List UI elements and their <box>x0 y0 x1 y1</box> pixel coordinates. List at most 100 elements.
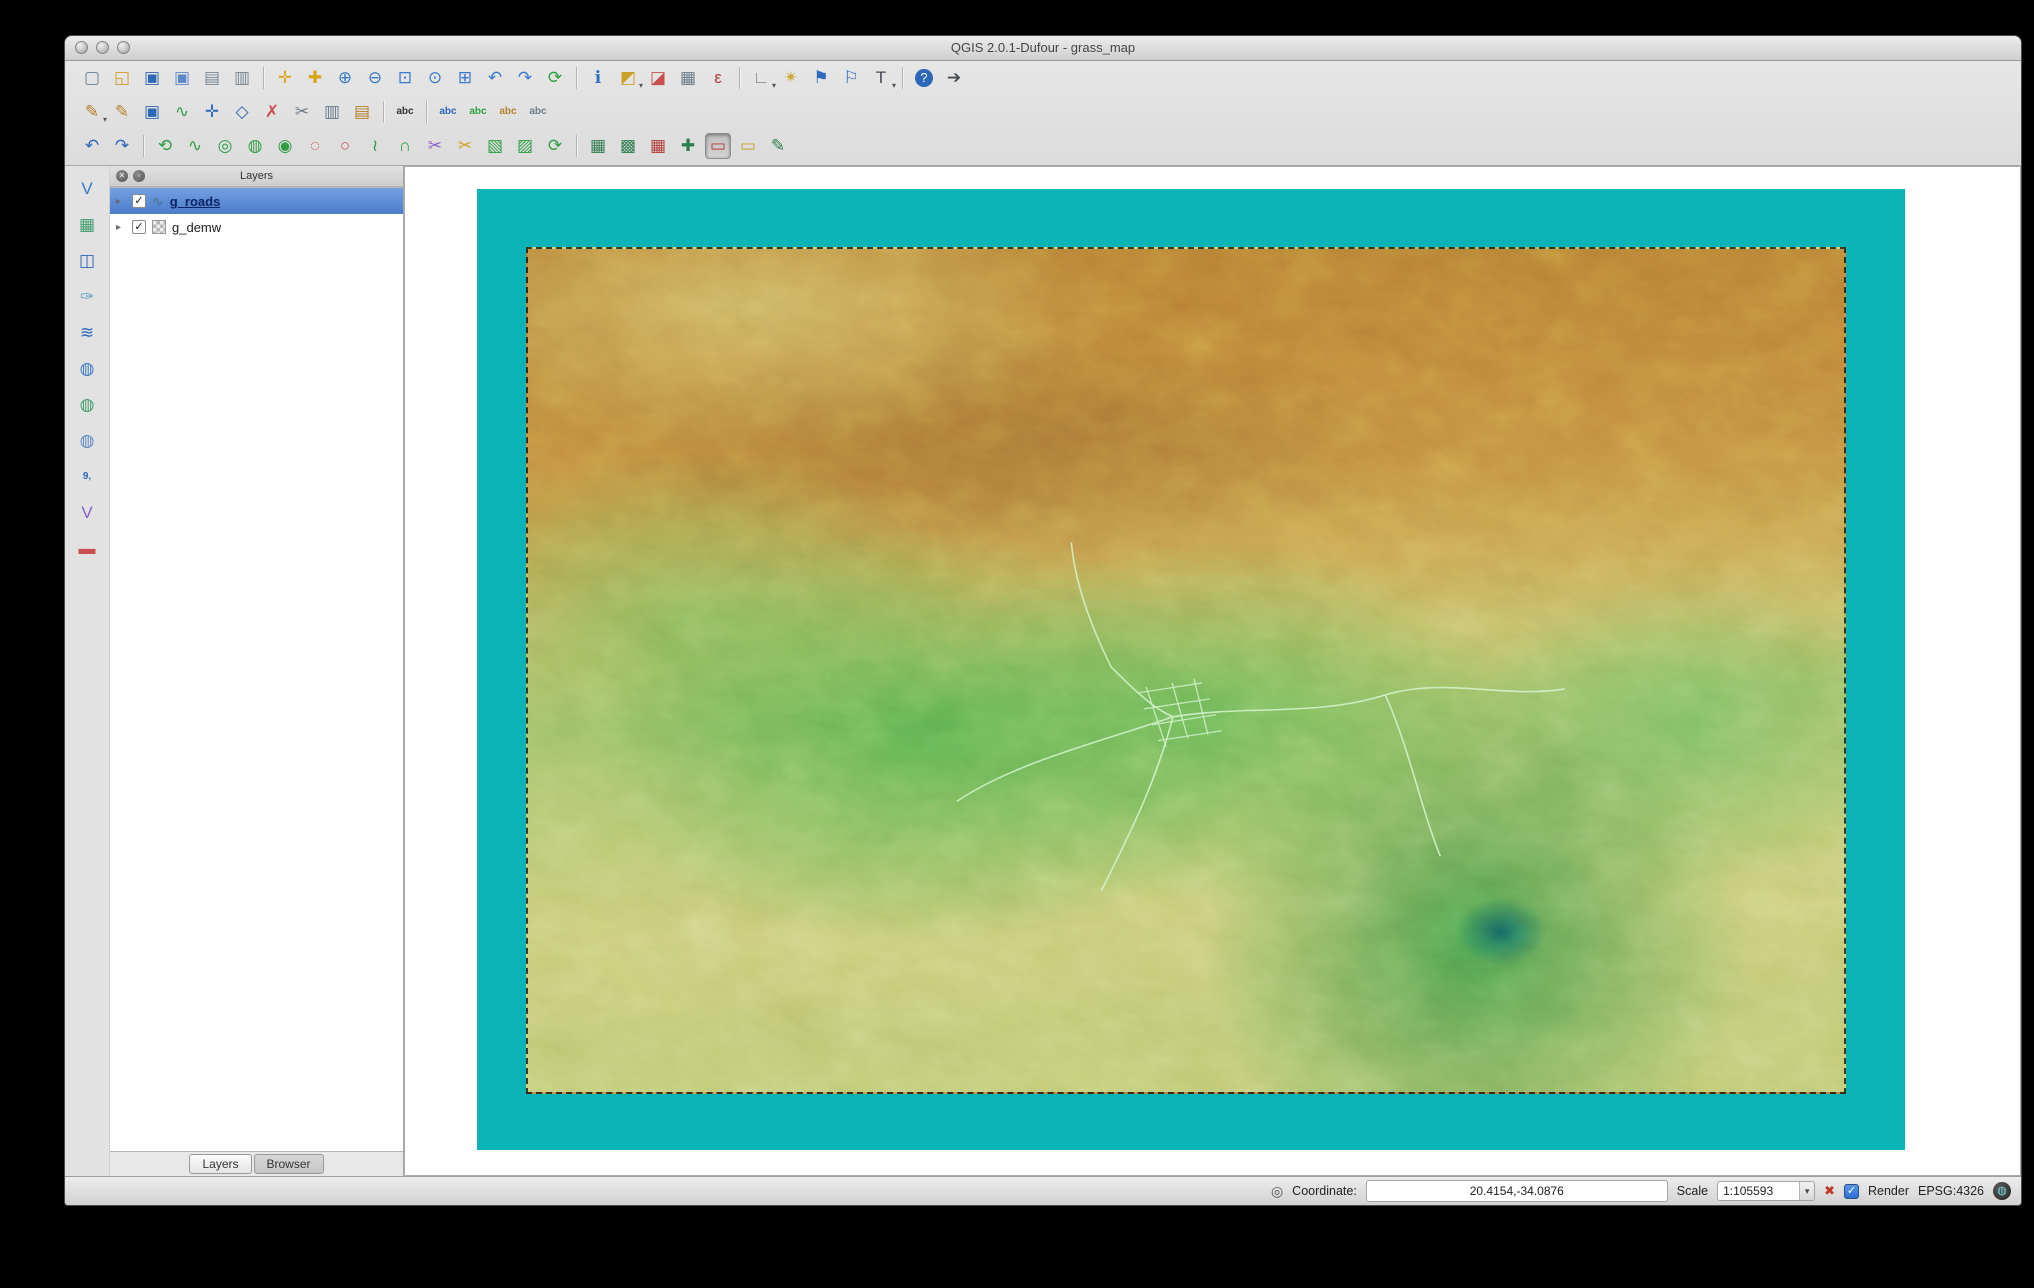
merge-features-button[interactable]: ▧ <box>482 133 508 159</box>
field-calculator-button[interactable]: ε <box>705 65 731 91</box>
save-project-as-icon: ▣ <box>173 68 191 87</box>
map-tips-button[interactable]: ✴ <box>778 65 804 91</box>
edit-grass-vector-button[interactable]: ✎ <box>765 133 791 159</box>
reshape-features-button[interactable]: ∩ <box>392 133 418 159</box>
whats-this-button[interactable]: ➔ <box>941 65 967 91</box>
crs-status-icon[interactable]: ◍ <box>1993 1182 2011 1200</box>
zoom-last-button[interactable]: ↶ <box>482 65 508 91</box>
open-mapset-button[interactable]: ▦ <box>585 133 611 159</box>
text-annotation-button[interactable]: T ▾ <box>868 65 896 91</box>
expander-icon[interactable]: ▸ <box>116 196 126 207</box>
edit-current-grass-region-button[interactable]: ▭ <box>735 133 761 159</box>
add-delimited-text-layer-button[interactable]: 9, <box>74 464 100 490</box>
delete-part-button[interactable]: ○ <box>332 133 358 159</box>
undo-button[interactable]: ↶ <box>79 133 105 159</box>
new-bookmark-button[interactable]: ⚑ <box>808 65 834 91</box>
add-part-button[interactable]: ◍ <box>242 133 268 159</box>
merge-attributes-button[interactable]: ▨ <box>512 133 538 159</box>
show-bookmarks-button[interactable]: ⚐ <box>838 65 864 91</box>
node-tool-button[interactable]: ◇ <box>229 99 255 125</box>
zoom-full-button[interactable]: ⊡ <box>392 65 418 91</box>
layer-visibility-checkbox[interactable]: ✓ <box>132 194 146 208</box>
pan-map-button[interactable]: ✛ <box>272 65 298 91</box>
rotate-label-button[interactable]: abc <box>495 99 521 125</box>
simplify-feature-button[interactable]: ∿ <box>182 133 208 159</box>
delete-selected-button[interactable]: ✗ <box>259 99 285 125</box>
add-raster-layer-button[interactable]: ▦ <box>74 212 100 238</box>
current-edits-button[interactable]: ✎ ▾ <box>79 99 107 125</box>
pan-to-selection-button[interactable]: ✚ <box>302 65 328 91</box>
split-features-button[interactable]: ✂ <box>452 133 478 159</box>
tab-layers[interactable]: Layers <box>189 1154 252 1174</box>
add-vector-layer-icon: V <box>81 179 93 198</box>
scale-combo[interactable]: 1:105593 ▾ <box>1717 1181 1816 1201</box>
add-postgis-layer-button[interactable]: ◫ <box>74 248 100 274</box>
stop-rendering-icon[interactable]: ✖ <box>1824 1183 1835 1199</box>
close-mapset-button[interactable]: ▦ <box>645 133 671 159</box>
add-wfs-layer-button[interactable]: ◍ <box>74 428 100 454</box>
remove-layer-button[interactable]: ▬ <box>74 536 100 562</box>
open-grass-tools-button[interactable]: ✚ <box>675 133 701 159</box>
offset-curve-button[interactable]: ≀ <box>362 133 388 159</box>
combo-dropdown-icon[interactable]: ▾ <box>1799 1182 1815 1200</box>
paste-features-button[interactable]: ▤ <box>349 99 375 125</box>
move-label-button[interactable]: abc <box>465 99 491 125</box>
add-vector-layer-button[interactable]: V <box>74 176 100 202</box>
zoom-in-button[interactable]: ⊕ <box>332 65 358 91</box>
save-project-button[interactable]: ▣ <box>139 65 165 91</box>
help-contents-button[interactable]: ? <box>911 65 937 91</box>
add-ring-button[interactable]: ◎ <box>212 133 238 159</box>
save-project-as-button[interactable]: ▣ <box>169 65 195 91</box>
add-wms-layer-button[interactable]: ◍ <box>74 356 100 382</box>
map-canvas[interactable] <box>404 166 2021 1176</box>
select-features-button[interactable]: ◩ ▾ <box>615 65 643 91</box>
split-parts-button[interactable]: ✂ <box>422 133 448 159</box>
mouse-position-icon[interactable]: ◎ <box>1271 1183 1283 1200</box>
zoom-to-selection-button[interactable]: ⊙ <box>422 65 448 91</box>
deselect-features-button[interactable]: ◪ <box>645 65 671 91</box>
new-mapset-button[interactable]: ▩ <box>615 133 641 159</box>
toggle-editing-button[interactable]: ✎ <box>109 99 135 125</box>
text-annotation-icon: T <box>875 68 887 87</box>
new-print-composer-button[interactable]: ▤ <box>199 65 225 91</box>
refresh-map-button[interactable]: ⟳ <box>542 65 568 91</box>
layer-item-g_roads[interactable]: ▸ ✓ ∿ g_roads <box>110 188 403 214</box>
render-checkbox[interactable]: ✓ <box>1843 1183 1859 1199</box>
cut-features-button[interactable]: ✂ <box>289 99 315 125</box>
open-attribute-table-button[interactable]: ▦ <box>675 65 701 91</box>
measure-line-button[interactable]: ∟ ▾ <box>748 65 776 91</box>
whats-this-icon: ➔ <box>946 68 962 87</box>
layers-dock: ✕ ◦ Layers ▸ ✓ ∿ g_roads ▸ ✓ g_demw Layers Bro… <box>110 166 404 1176</box>
identify-features-button[interactable]: ℹ <box>585 65 611 91</box>
zoom-to-layer-button[interactable]: ⊞ <box>452 65 478 91</box>
copy-features-button[interactable]: ▥ <box>319 99 345 125</box>
add-wcs-layer-button[interactable]: ◍ <box>74 392 100 418</box>
redo-button[interactable]: ↷ <box>109 133 135 159</box>
add-mssql-layer-button[interactable]: ≋ <box>74 320 100 346</box>
layer-labeling-options-button[interactable]: abc <box>392 99 418 125</box>
title-bar[interactable]: QGIS 2.0.1-Dufour - grass_map <box>65 36 2021 61</box>
layer-item-g_demw[interactable]: ▸ ✓ g_demw <box>110 214 403 240</box>
add-spatialite-layer-button[interactable]: ✑ <box>74 284 100 310</box>
display-current-grass-region-button[interactable]: ▭ <box>705 133 731 159</box>
delete-ring-button[interactable]: ◌ <box>302 133 328 159</box>
add-postgis-layer-icon: ◫ <box>78 251 96 270</box>
move-feature-button[interactable]: ✛ <box>199 99 225 125</box>
add-feature-button[interactable]: ∿ <box>169 99 195 125</box>
rotate-point-symbols-button[interactable]: ⟳ <box>542 133 568 159</box>
layer-visibility-checkbox[interactable]: ✓ <box>132 220 146 234</box>
label-properties-button[interactable]: abc <box>435 99 461 125</box>
tab-browser[interactable]: Browser <box>253 1154 324 1174</box>
change-label-button[interactable]: abc <box>525 99 551 125</box>
zoom-out-button[interactable]: ⊖ <box>362 65 388 91</box>
composer-manager-button[interactable]: ▥ <box>229 65 255 91</box>
coordinate-input[interactable] <box>1365 1180 1668 1202</box>
fill-ring-button[interactable]: ◉ <box>272 133 298 159</box>
zoom-next-button[interactable]: ↷ <box>512 65 538 91</box>
open-project-button[interactable]: ◱ <box>109 65 135 91</box>
save-layer-edits-button[interactable]: ▣ <box>139 99 165 125</box>
new-shapefile-layer-button[interactable]: V <box>74 500 100 526</box>
rotate-feature-button[interactable]: ⟲ <box>152 133 178 159</box>
new-project-button[interactable]: ▢ <box>79 65 105 91</box>
expander-icon[interactable]: ▸ <box>116 222 126 233</box>
